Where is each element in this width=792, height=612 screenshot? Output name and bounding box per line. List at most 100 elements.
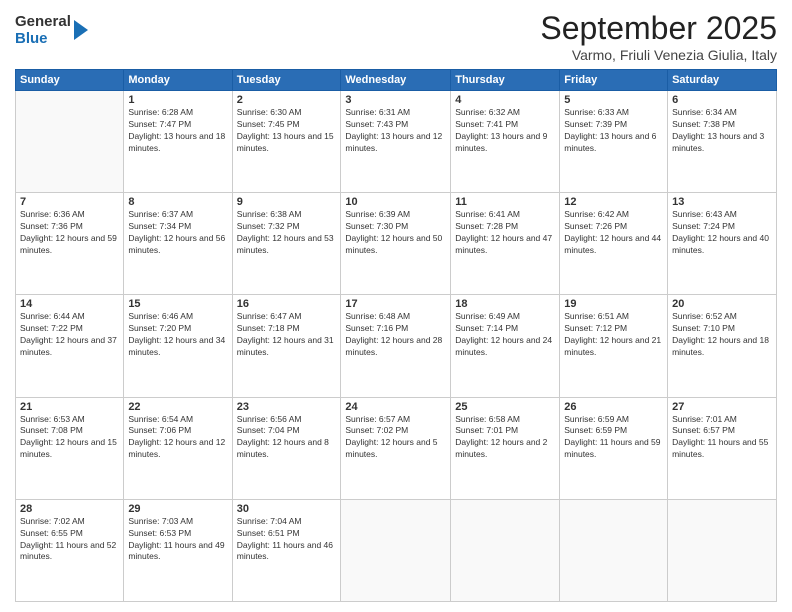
week-row-5: 28Sunrise: 7:02 AMSunset: 6:55 PMDayligh… bbox=[16, 499, 777, 601]
day-number: 15 bbox=[128, 298, 227, 310]
day-info: Sunrise: 6:34 AMSunset: 7:38 PMDaylight:… bbox=[672, 107, 772, 155]
day-info: Sunrise: 6:56 AMSunset: 7:04 PMDaylight:… bbox=[237, 414, 337, 462]
day-cell: 1Sunrise: 6:28 AMSunset: 7:47 PMDaylight… bbox=[124, 91, 232, 193]
day-cell: 16Sunrise: 6:47 AMSunset: 7:18 PMDayligh… bbox=[232, 295, 341, 397]
header-cell-sunday: Sunday bbox=[16, 70, 124, 91]
day-info: Sunrise: 6:30 AMSunset: 7:45 PMDaylight:… bbox=[237, 107, 337, 155]
day-info: Sunrise: 6:41 AMSunset: 7:28 PMDaylight:… bbox=[455, 209, 555, 257]
day-info: Sunrise: 6:59 AMSunset: 6:59 PMDaylight:… bbox=[564, 414, 663, 462]
day-number: 7 bbox=[20, 196, 119, 208]
header-row: SundayMondayTuesdayWednesdayThursdayFrid… bbox=[16, 70, 777, 91]
header-cell-monday: Monday bbox=[124, 70, 232, 91]
day-cell: 22Sunrise: 6:54 AMSunset: 7:06 PMDayligh… bbox=[124, 397, 232, 499]
day-info: Sunrise: 6:48 AMSunset: 7:16 PMDaylight:… bbox=[345, 311, 446, 359]
day-info: Sunrise: 6:57 AMSunset: 7:02 PMDaylight:… bbox=[345, 414, 446, 462]
day-info: Sunrise: 6:36 AMSunset: 7:36 PMDaylight:… bbox=[20, 209, 119, 257]
day-cell: 18Sunrise: 6:49 AMSunset: 7:14 PMDayligh… bbox=[451, 295, 560, 397]
day-number: 20 bbox=[672, 298, 772, 310]
day-number: 27 bbox=[672, 401, 772, 413]
day-info: Sunrise: 6:42 AMSunset: 7:26 PMDaylight:… bbox=[564, 209, 663, 257]
day-cell: 15Sunrise: 6:46 AMSunset: 7:20 PMDayligh… bbox=[124, 295, 232, 397]
day-info: Sunrise: 6:32 AMSunset: 7:41 PMDaylight:… bbox=[455, 107, 555, 155]
day-info: Sunrise: 6:58 AMSunset: 7:01 PMDaylight:… bbox=[455, 414, 555, 462]
day-cell: 27Sunrise: 7:01 AMSunset: 6:57 PMDayligh… bbox=[668, 397, 777, 499]
day-cell: 23Sunrise: 6:56 AMSunset: 7:04 PMDayligh… bbox=[232, 397, 341, 499]
week-row-1: 1Sunrise: 6:28 AMSunset: 7:47 PMDaylight… bbox=[16, 91, 777, 193]
week-row-4: 21Sunrise: 6:53 AMSunset: 7:08 PMDayligh… bbox=[16, 397, 777, 499]
location: Varmo, Friuli Venezia Giulia, Italy bbox=[540, 47, 777, 63]
day-cell: 12Sunrise: 6:42 AMSunset: 7:26 PMDayligh… bbox=[560, 193, 668, 295]
day-number: 5 bbox=[564, 94, 663, 106]
day-cell: 8Sunrise: 6:37 AMSunset: 7:34 PMDaylight… bbox=[124, 193, 232, 295]
day-cell: 26Sunrise: 6:59 AMSunset: 6:59 PMDayligh… bbox=[560, 397, 668, 499]
day-cell: 5Sunrise: 6:33 AMSunset: 7:39 PMDaylight… bbox=[560, 91, 668, 193]
logo-general: General bbox=[15, 14, 71, 31]
day-cell bbox=[560, 499, 668, 601]
day-info: Sunrise: 6:47 AMSunset: 7:18 PMDaylight:… bbox=[237, 311, 337, 359]
day-number: 29 bbox=[128, 503, 227, 515]
day-info: Sunrise: 6:44 AMSunset: 7:22 PMDaylight:… bbox=[20, 311, 119, 359]
day-info: Sunrise: 6:37 AMSunset: 7:34 PMDaylight:… bbox=[128, 209, 227, 257]
calendar-table: SundayMondayTuesdayWednesdayThursdayFrid… bbox=[15, 69, 777, 602]
header-cell-wednesday: Wednesday bbox=[341, 70, 451, 91]
day-cell bbox=[668, 499, 777, 601]
day-cell: 30Sunrise: 7:04 AMSunset: 6:51 PMDayligh… bbox=[232, 499, 341, 601]
day-cell: 13Sunrise: 6:43 AMSunset: 7:24 PMDayligh… bbox=[668, 193, 777, 295]
week-row-3: 14Sunrise: 6:44 AMSunset: 7:22 PMDayligh… bbox=[16, 295, 777, 397]
day-cell: 7Sunrise: 6:36 AMSunset: 7:36 PMDaylight… bbox=[16, 193, 124, 295]
day-cell: 29Sunrise: 7:03 AMSunset: 6:53 PMDayligh… bbox=[124, 499, 232, 601]
day-info: Sunrise: 6:33 AMSunset: 7:39 PMDaylight:… bbox=[564, 107, 663, 155]
day-info: Sunrise: 6:39 AMSunset: 7:30 PMDaylight:… bbox=[345, 209, 446, 257]
day-info: Sunrise: 6:38 AMSunset: 7:32 PMDaylight:… bbox=[237, 209, 337, 257]
header-cell-thursday: Thursday bbox=[451, 70, 560, 91]
day-cell bbox=[341, 499, 451, 601]
month-title: September 2025 bbox=[540, 10, 777, 47]
header-cell-saturday: Saturday bbox=[668, 70, 777, 91]
logo-arrow-icon bbox=[74, 20, 88, 40]
header-cell-tuesday: Tuesday bbox=[232, 70, 341, 91]
day-number: 14 bbox=[20, 298, 119, 310]
logo-blue: Blue bbox=[15, 31, 71, 48]
day-info: Sunrise: 6:31 AMSunset: 7:43 PMDaylight:… bbox=[345, 107, 446, 155]
day-info: Sunrise: 6:43 AMSunset: 7:24 PMDaylight:… bbox=[672, 209, 772, 257]
day-number: 16 bbox=[237, 298, 337, 310]
day-number: 28 bbox=[20, 503, 119, 515]
day-number: 30 bbox=[237, 503, 337, 515]
day-info: Sunrise: 7:02 AMSunset: 6:55 PMDaylight:… bbox=[20, 516, 119, 564]
day-info: Sunrise: 7:04 AMSunset: 6:51 PMDaylight:… bbox=[237, 516, 337, 564]
day-number: 23 bbox=[237, 401, 337, 413]
day-number: 26 bbox=[564, 401, 663, 413]
day-cell: 3Sunrise: 6:31 AMSunset: 7:43 PMDaylight… bbox=[341, 91, 451, 193]
header: General Blue September 2025 Varmo, Friul… bbox=[15, 10, 777, 63]
day-number: 10 bbox=[345, 196, 446, 208]
day-info: Sunrise: 6:49 AMSunset: 7:14 PMDaylight:… bbox=[455, 311, 555, 359]
day-number: 11 bbox=[455, 196, 555, 208]
day-number: 24 bbox=[345, 401, 446, 413]
day-number: 9 bbox=[237, 196, 337, 208]
day-number: 17 bbox=[345, 298, 446, 310]
week-row-2: 7Sunrise: 6:36 AMSunset: 7:36 PMDaylight… bbox=[16, 193, 777, 295]
day-info: Sunrise: 6:52 AMSunset: 7:10 PMDaylight:… bbox=[672, 311, 772, 359]
day-cell: 14Sunrise: 6:44 AMSunset: 7:22 PMDayligh… bbox=[16, 295, 124, 397]
day-info: Sunrise: 6:51 AMSunset: 7:12 PMDaylight:… bbox=[564, 311, 663, 359]
day-number: 12 bbox=[564, 196, 663, 208]
day-cell: 28Sunrise: 7:02 AMSunset: 6:55 PMDayligh… bbox=[16, 499, 124, 601]
day-cell: 6Sunrise: 6:34 AMSunset: 7:38 PMDaylight… bbox=[668, 91, 777, 193]
day-number: 4 bbox=[455, 94, 555, 106]
logo-text: General Blue bbox=[15, 14, 71, 47]
day-cell: 25Sunrise: 6:58 AMSunset: 7:01 PMDayligh… bbox=[451, 397, 560, 499]
day-number: 1 bbox=[128, 94, 227, 106]
day-number: 19 bbox=[564, 298, 663, 310]
day-cell: 9Sunrise: 6:38 AMSunset: 7:32 PMDaylight… bbox=[232, 193, 341, 295]
day-info: Sunrise: 6:53 AMSunset: 7:08 PMDaylight:… bbox=[20, 414, 119, 462]
day-cell: 24Sunrise: 6:57 AMSunset: 7:02 PMDayligh… bbox=[341, 397, 451, 499]
day-cell: 17Sunrise: 6:48 AMSunset: 7:16 PMDayligh… bbox=[341, 295, 451, 397]
day-number: 21 bbox=[20, 401, 119, 413]
day-cell bbox=[451, 499, 560, 601]
day-info: Sunrise: 7:03 AMSunset: 6:53 PMDaylight:… bbox=[128, 516, 227, 564]
day-cell: 20Sunrise: 6:52 AMSunset: 7:10 PMDayligh… bbox=[668, 295, 777, 397]
day-number: 25 bbox=[455, 401, 555, 413]
day-number: 18 bbox=[455, 298, 555, 310]
day-cell: 4Sunrise: 6:32 AMSunset: 7:41 PMDaylight… bbox=[451, 91, 560, 193]
day-cell: 21Sunrise: 6:53 AMSunset: 7:08 PMDayligh… bbox=[16, 397, 124, 499]
